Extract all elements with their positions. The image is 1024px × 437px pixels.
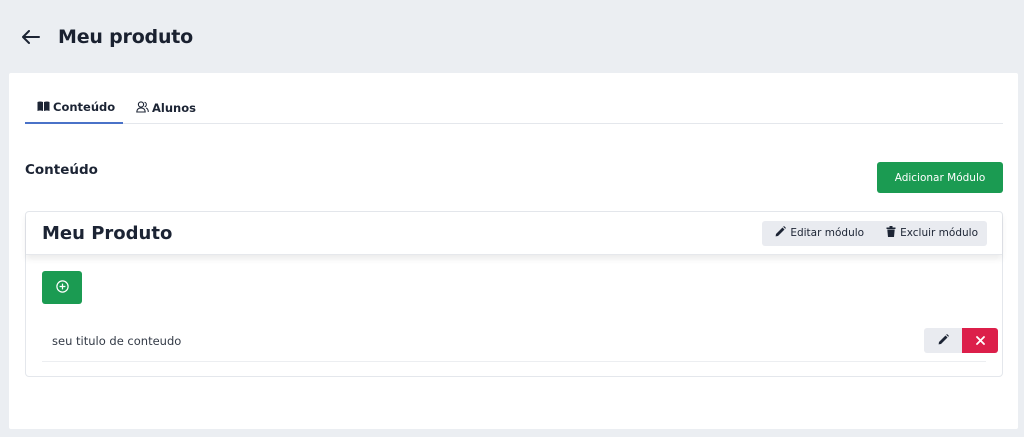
pencil-icon xyxy=(775,226,787,240)
tab-bar: Conteúdo Alunos xyxy=(25,93,1003,124)
content-item-title: seu titulo de conteudo xyxy=(52,333,182,348)
tab-label: Alunos xyxy=(152,101,196,115)
main-card: Conteúdo Alunos Conteúdo Adicionar Módul… xyxy=(9,73,1018,429)
edit-content-button[interactable] xyxy=(924,328,962,353)
delete-content-button[interactable] xyxy=(962,328,998,353)
pencil-icon xyxy=(938,333,949,348)
delete-module-button[interactable]: Excluir módulo xyxy=(873,221,987,246)
arrow-left-icon[interactable] xyxy=(22,27,42,47)
tab-conteudo[interactable]: Conteúdo xyxy=(25,93,123,124)
module-title: Meu Produto xyxy=(42,222,173,244)
trash-icon xyxy=(886,226,896,240)
module-actions: Editar módulo Excluir módulo xyxy=(762,220,987,246)
edit-module-label: Editar módulo xyxy=(790,227,865,239)
row-actions xyxy=(924,328,998,353)
edit-module-button[interactable]: Editar módulo xyxy=(762,221,873,246)
tab-label: Conteúdo xyxy=(53,100,116,114)
list-item: seu titulo de conteudo xyxy=(42,320,998,362)
book-open-icon xyxy=(37,100,50,114)
add-module-button[interactable]: Adicionar Módulo xyxy=(877,162,1003,193)
plus-circle-icon xyxy=(55,279,69,296)
module-header: Meu Produto Editar módulo Excluir módulo xyxy=(26,212,1002,255)
section-title: Conteúdo xyxy=(25,162,98,178)
add-content-button[interactable] xyxy=(42,271,82,304)
page-title: Meu produto xyxy=(58,25,194,48)
page-header: Meu produto xyxy=(0,0,1024,73)
tab-alunos[interactable]: Alunos xyxy=(123,93,208,124)
close-icon xyxy=(975,333,985,348)
module-card: Meu Produto Editar módulo Excluir módulo… xyxy=(25,211,1003,377)
delete-module-label: Excluir módulo xyxy=(900,227,978,239)
users-icon xyxy=(136,100,149,116)
